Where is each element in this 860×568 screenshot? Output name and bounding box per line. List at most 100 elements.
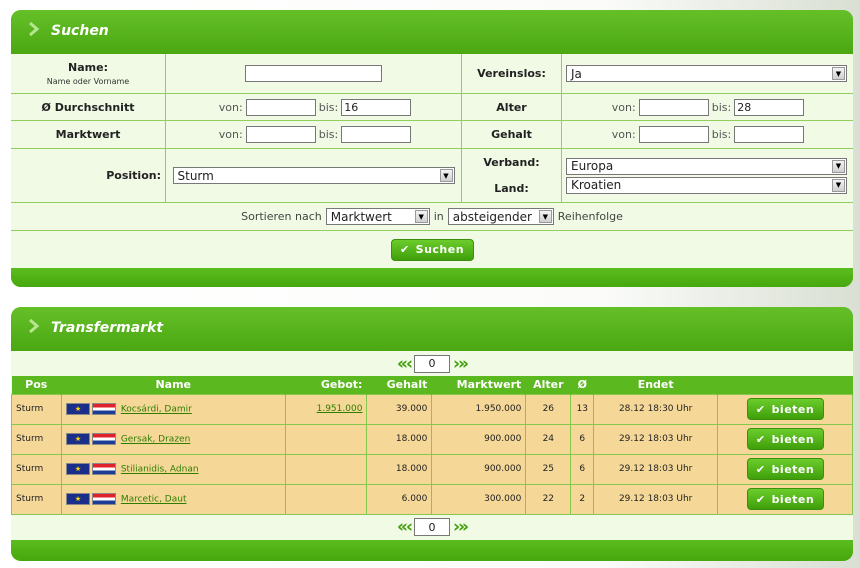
double-chevron-right-icon[interactable]: » bbox=[458, 354, 469, 374]
player-name-link[interactable]: Marcetic, Daut bbox=[121, 495, 187, 505]
bid-button-label: bieten bbox=[771, 462, 815, 476]
column-header: Gebot: bbox=[285, 376, 368, 394]
column-header: Name bbox=[61, 376, 286, 394]
position-label: Position: bbox=[106, 169, 161, 182]
position-value: Sturm bbox=[177, 168, 214, 183]
name-cell: ★ Stilianidis, Adnan bbox=[60, 453, 286, 485]
marktwert-label: Marktwert bbox=[55, 128, 121, 141]
page-input[interactable]: 0 bbox=[414, 354, 450, 373]
pos-cell: Sturm bbox=[11, 393, 62, 425]
alter-cell: 24 bbox=[525, 423, 572, 455]
mw-to-input[interactable] bbox=[341, 126, 412, 143]
gehalt-to-input[interactable] bbox=[734, 126, 805, 143]
column-header: Endet bbox=[593, 376, 719, 394]
sort-prefix: Sortieren nach bbox=[241, 210, 322, 223]
name-cell: ★ Kocsárdi, Damir bbox=[60, 393, 286, 425]
dropdown-arrow-icon: ▼ bbox=[832, 67, 845, 80]
endet-cell: 29.12 18:03 Uhr bbox=[593, 483, 719, 515]
gebot-cell bbox=[284, 423, 368, 455]
order-select[interactable]: absteigender ▼ bbox=[447, 208, 554, 225]
transfer-table: Pos Name Gebot: Gehalt Marktwert Alter Ø Endet … bbox=[11, 376, 853, 515]
gebot-cell: 1.951.000 bbox=[284, 393, 368, 425]
vereinslos-value: Ja bbox=[571, 66, 582, 81]
search-panel-footer bbox=[11, 268, 853, 287]
dropdown-arrow-icon: ▼ bbox=[414, 210, 428, 223]
endet-cell: 28.12 18:30 Uhr bbox=[593, 393, 719, 425]
eu-flag-icon: ★ bbox=[65, 463, 90, 475]
bid-button-label: bieten bbox=[771, 402, 815, 416]
order-suffix: Reihenfolge bbox=[557, 210, 623, 223]
double-chevron-left-icon[interactable]: « bbox=[397, 517, 408, 537]
alter-from-input[interactable] bbox=[638, 98, 709, 116]
page-input[interactable]: 0 bbox=[414, 518, 450, 536]
player-name-link[interactable]: Kocsárdi, Damir bbox=[121, 405, 192, 415]
transfer-content: « ‹ 0 › » Pos Name Gebot: Gehalt Marktwert Al… bbox=[11, 351, 853, 540]
bid-button[interactable]: ✔ bieten bbox=[746, 488, 824, 510]
alter-from-label: von: bbox=[611, 100, 636, 114]
endet-cell: 29.12 18:03 Uhr bbox=[593, 453, 719, 485]
alter-to-label: bis: bbox=[711, 100, 732, 114]
alter-cell: 26 bbox=[525, 393, 572, 425]
avg-from-label: von: bbox=[218, 100, 243, 114]
bid-button[interactable]: ✔ bieten bbox=[746, 428, 824, 450]
name-input[interactable] bbox=[245, 65, 382, 82]
bid-button[interactable]: ✔ bieten bbox=[746, 398, 824, 420]
gehalt-from-input[interactable] bbox=[638, 126, 709, 143]
column-header: Alter bbox=[525, 376, 572, 394]
gehalt-cell: 18.000 bbox=[366, 453, 433, 485]
avg-from-input[interactable] bbox=[245, 98, 316, 116]
vereinslos-label: Vereinslos: bbox=[477, 67, 546, 80]
verband-label: Verband: bbox=[483, 155, 540, 169]
gehalt-cell: 39.000 bbox=[366, 393, 433, 425]
bid-button[interactable]: ✔ bieten bbox=[746, 458, 824, 480]
gehalt-from-label: von: bbox=[611, 128, 636, 141]
alter-cell: 25 bbox=[525, 453, 572, 485]
order-value: absteigender bbox=[452, 209, 532, 224]
pos-cell: Sturm bbox=[11, 483, 62, 515]
double-chevron-right-icon[interactable]: » bbox=[458, 517, 469, 537]
alter-to-input[interactable]: 28 bbox=[734, 98, 805, 116]
alter-cell: 22 bbox=[525, 483, 572, 515]
transfer-panel-title: Transfermarkt bbox=[51, 320, 164, 336]
dropdown-arrow-icon: ▼ bbox=[832, 159, 845, 173]
gehalt-cell: 6.000 bbox=[366, 483, 433, 515]
double-chevron-left-icon[interactable]: « bbox=[397, 354, 408, 374]
search-button[interactable]: ✔ Suchen bbox=[390, 238, 474, 261]
name-cell: ★ Gersak, Drazen bbox=[60, 423, 286, 455]
search-form: Name: Name oder Vorname Vereinslos: Ja ▼… bbox=[11, 54, 853, 268]
mw-from-label: von: bbox=[218, 128, 243, 141]
position-select[interactable]: Sturm ▼ bbox=[172, 167, 455, 184]
column-header: Gehalt bbox=[366, 376, 433, 394]
marktwert-cell: 900.000 bbox=[431, 453, 527, 485]
vereinslos-select[interactable]: Ja ▼ bbox=[566, 65, 847, 82]
sort-value: Marktwert bbox=[330, 209, 392, 224]
land-select[interactable]: Kroatien ▼ bbox=[566, 176, 847, 194]
gebot-link[interactable]: 1.951.000 bbox=[317, 404, 363, 414]
search-panel-header: Suchen bbox=[11, 10, 853, 54]
gehalt-to-label: bis: bbox=[711, 128, 732, 141]
table-row: Sturm ★ Gersak, Drazen 18.000 900.000 24 6 29.… bbox=[11, 423, 853, 455]
table-row: Sturm ★ Marcetic, Daut 6.000 300.000 22 2 29.1… bbox=[11, 483, 853, 515]
bid-button-label: bieten bbox=[771, 432, 815, 446]
bid-cell: ✔ bieten bbox=[717, 453, 853, 485]
croatia-flag-icon bbox=[91, 433, 116, 445]
pos-cell: Sturm bbox=[11, 423, 62, 455]
avg-to-input[interactable]: 16 bbox=[341, 98, 412, 116]
gebot-cell bbox=[284, 453, 368, 485]
chevron-left-icon[interactable]: ‹ bbox=[406, 517, 413, 537]
chevron-left-icon[interactable]: ‹ bbox=[406, 354, 413, 374]
avg-cell: 6 bbox=[570, 423, 595, 455]
transfer-panel-header: Transfermarkt bbox=[11, 307, 853, 351]
player-name-link[interactable]: Stilianidis, Adnan bbox=[121, 465, 199, 475]
land-value: Kroatien bbox=[571, 178, 622, 192]
mw-from-input[interactable] bbox=[245, 126, 316, 143]
avg-to-label: bis: bbox=[318, 100, 339, 114]
column-header bbox=[717, 376, 853, 394]
croatia-flag-icon bbox=[91, 463, 116, 475]
verband-select[interactable]: Europa ▼ bbox=[566, 157, 847, 175]
sort-select[interactable]: Marktwert ▼ bbox=[325, 208, 430, 225]
player-name-link[interactable]: Gersak, Drazen bbox=[121, 435, 190, 445]
endet-cell: 29.12 18:03 Uhr bbox=[593, 423, 719, 455]
name-cell: ★ Marcetic, Daut bbox=[60, 483, 286, 515]
dropdown-arrow-icon: ▼ bbox=[538, 210, 552, 223]
